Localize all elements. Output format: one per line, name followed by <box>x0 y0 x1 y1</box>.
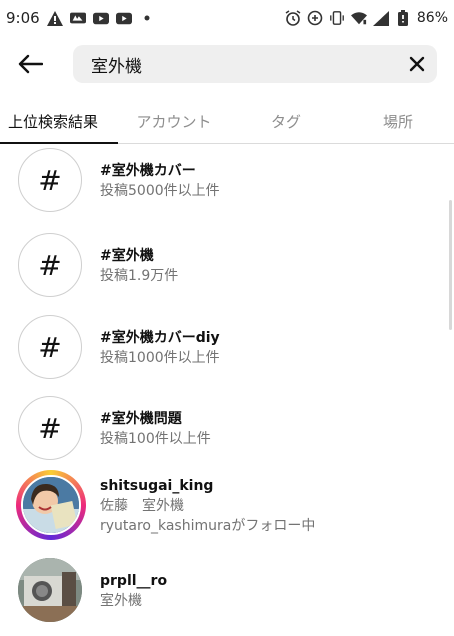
dot-icon <box>139 10 155 26</box>
tab-tags[interactable]: タグ <box>230 100 342 143</box>
result-subtitle: 投稿1.9万件 <box>100 268 179 284</box>
list-item[interactable]: # #室外機カバーdiy 投稿1000件以上件 <box>0 315 454 395</box>
news-icon <box>69 10 86 26</box>
result-title: #室外機問題 <box>100 411 182 427</box>
result-title: shitsugai_king <box>100 478 214 494</box>
result-subtitle: 佐藤 室外機 <box>100 498 184 514</box>
search-header: 室外機 <box>0 42 454 86</box>
battery-percent: 86% <box>416 10 448 26</box>
list-item[interactable]: # #室外機 投稿1.9万件 <box>0 233 454 313</box>
result-subtitle: 投稿1000件以上件 <box>100 350 220 366</box>
hashtag-icon: # <box>18 315 82 379</box>
list-item[interactable]: # #室外機カバー 投稿5000件以上件 <box>0 148 454 228</box>
back-arrow-icon <box>18 54 43 74</box>
tab-accounts[interactable]: アカウント <box>118 100 230 143</box>
avatar <box>21 475 81 535</box>
data-saver-icon <box>307 10 323 26</box>
list-item[interactable]: # #室外機問題 投稿100件以上件 <box>0 396 454 476</box>
list-item-text: #室外機カバーdiy 投稿1000件以上件 <box>100 329 220 368</box>
battery-icon <box>395 10 411 26</box>
result-title: #室外機カバーdiy <box>100 330 220 346</box>
scrollbar[interactable] <box>449 200 452 330</box>
hashtag-icon: # <box>18 396 82 460</box>
result-title: #室外機カバー <box>100 163 196 179</box>
hashtag-icon: # <box>18 233 82 297</box>
result-subtitle: 投稿5000件以上件 <box>100 183 220 199</box>
vibrate-icon <box>329 10 345 26</box>
list-item-text: #室外機問題 投稿100件以上件 <box>100 410 211 449</box>
hashtag-icon: # <box>18 148 82 212</box>
clear-search-button[interactable] <box>407 54 427 74</box>
signal-icon <box>372 10 389 26</box>
list-item[interactable]: shitsugai_king 佐藤 室外機 ryutaro_kashimuraが… <box>0 470 454 572</box>
status-bar: 9:06 86% <box>0 0 454 36</box>
followed-by-text: ryutaro_kashimuraがフォロー中 <box>100 518 316 534</box>
tab-top[interactable]: 上位検索結果 <box>0 100 118 144</box>
search-input[interactable]: 室外機 <box>73 45 437 83</box>
alarm-icon <box>285 10 301 26</box>
list-item[interactable]: prpll__ro 室外機 <box>0 558 454 636</box>
warning-icon <box>46 10 63 26</box>
avatar <box>18 558 82 622</box>
youtube-icon <box>92 10 109 26</box>
list-item-text: prpll__ro 室外機 <box>100 572 167 611</box>
youtube-icon <box>115 10 132 26</box>
back-button[interactable] <box>8 42 52 86</box>
list-item-text: shitsugai_king 佐藤 室外機 ryutaro_kashimuraが… <box>100 477 315 536</box>
status-time: 9:06 <box>6 9 40 27</box>
result-subtitle: 室外機 <box>100 593 142 609</box>
result-title: #室外機 <box>100 248 154 264</box>
list-item-text: #室外機カバー 投稿5000件以上件 <box>100 162 220 201</box>
result-subtitle: 投稿100件以上件 <box>100 431 211 447</box>
status-bar-right: 86% <box>285 10 448 26</box>
wifi-icon <box>350 10 367 26</box>
list-item-text: #室外機 投稿1.9万件 <box>100 247 178 286</box>
close-icon <box>409 56 425 72</box>
tab-places[interactable]: 場所 <box>342 100 454 143</box>
search-query-text[interactable]: 室外機 <box>91 52 142 77</box>
search-tabs: 上位検索結果 アカウント タグ 場所 <box>0 100 454 144</box>
result-title: prpll__ro <box>100 573 168 589</box>
status-bar-left: 9:06 <box>6 9 155 27</box>
